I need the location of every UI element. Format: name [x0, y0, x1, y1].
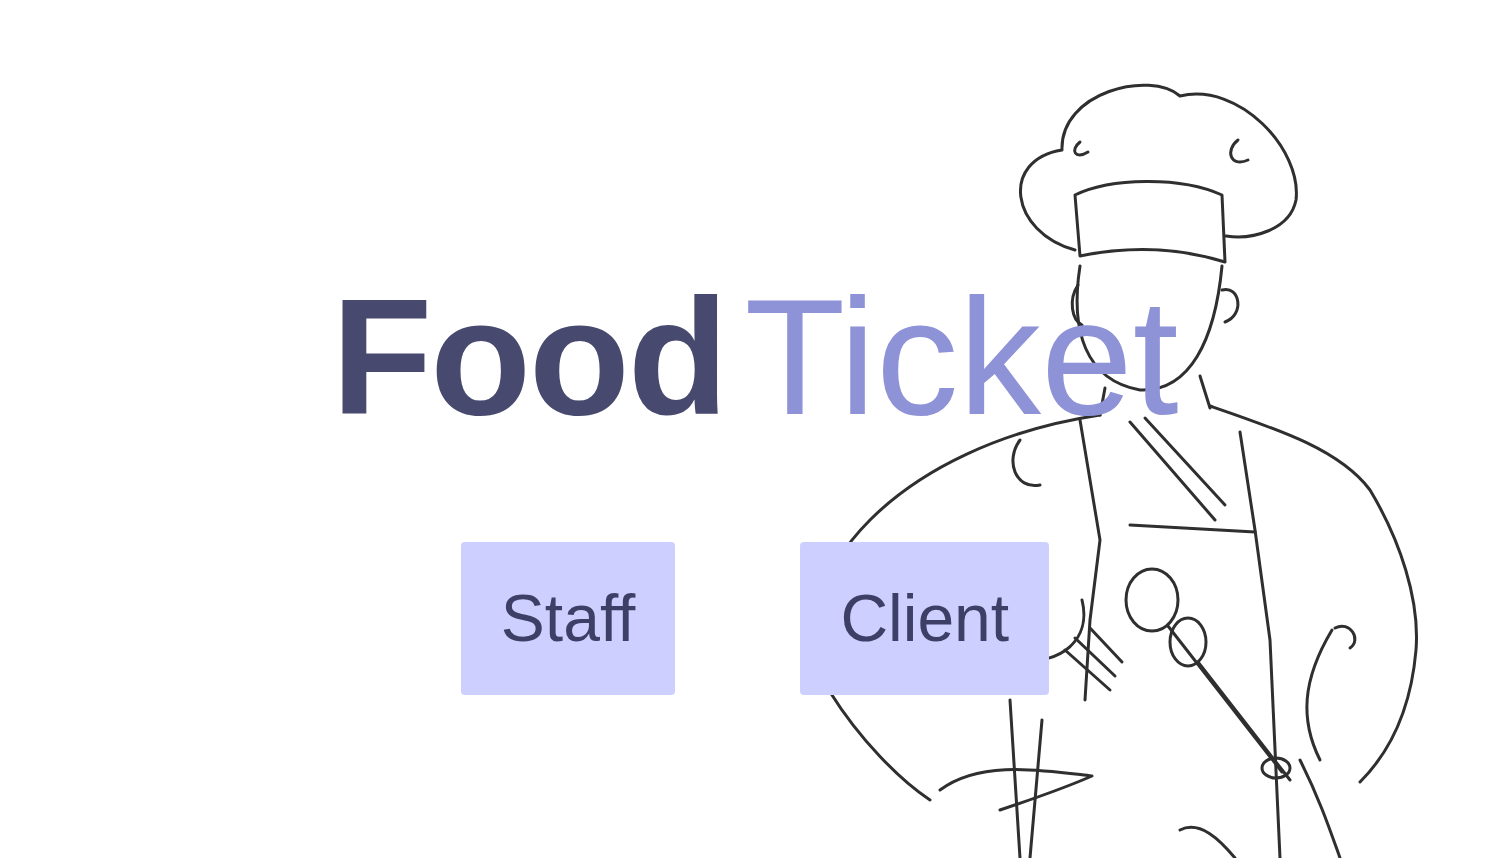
brand-logo: Food Ticket: [331, 275, 1178, 440]
landing-page: Food Ticket Staff Client: [0, 0, 1512, 858]
role-buttons: Staff Client: [461, 542, 1049, 695]
content: Food Ticket Staff Client: [0, 0, 1512, 695]
role-button[interactable]: Staff: [461, 542, 676, 695]
brand-second: Ticket: [745, 275, 1179, 440]
role-button[interactable]: Client: [800, 542, 1049, 695]
brand-first: Food: [331, 275, 726, 440]
